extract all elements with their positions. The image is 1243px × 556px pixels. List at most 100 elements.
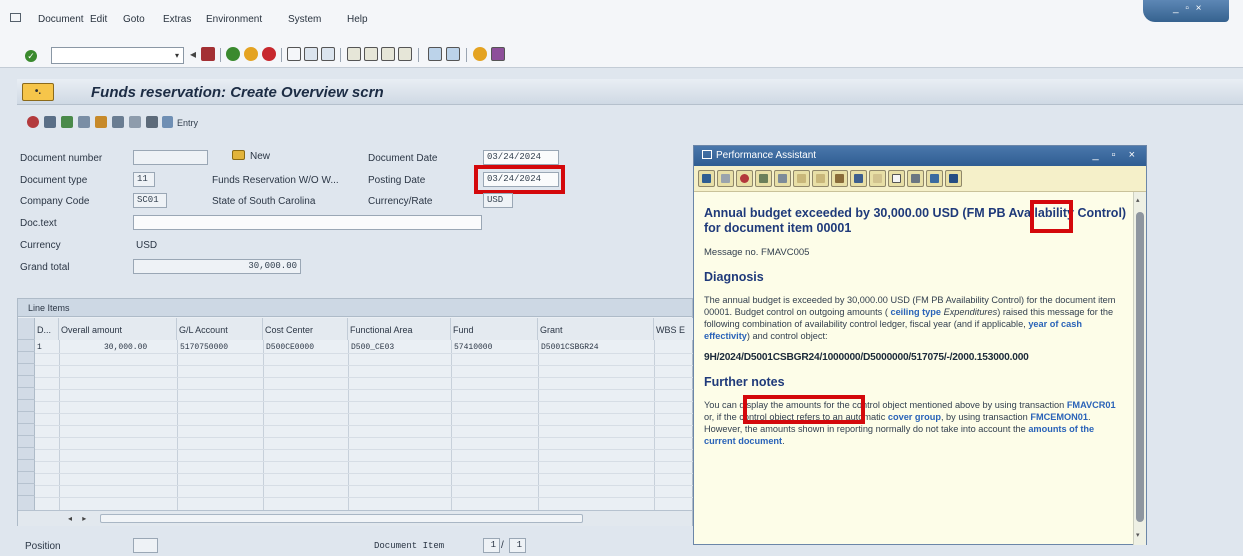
- cell-overall-amount[interactable]: 30,000.00: [104, 343, 147, 352]
- copy-icon[interactable]: [129, 116, 141, 128]
- row-divider: [35, 497, 694, 498]
- column-header-overall-amount[interactable]: Overall amount: [59, 318, 177, 340]
- scroll-arrows-icon[interactable]: ◂ ▸: [68, 514, 90, 523]
- save-icon[interactable]: [201, 47, 215, 61]
- table-icon[interactable]: [926, 170, 943, 187]
- notes-text-part: , by using transaction: [940, 412, 1028, 422]
- column-header-item[interactable]: D...: [35, 318, 59, 340]
- assistant-vertical-scrollbar[interactable]: ▴ ▾: [1133, 192, 1146, 545]
- forward-arrow-icon[interactable]: [717, 170, 734, 187]
- entry-icon[interactable]: [162, 116, 173, 128]
- delete-icon[interactable]: [146, 116, 158, 128]
- command-field[interactable]: ▾: [51, 47, 184, 64]
- column-header-functional-area[interactable]: Functional Area: [348, 318, 451, 340]
- find-next-icon[interactable]: [321, 47, 335, 61]
- fmavcr01-link[interactable]: FMAVCR01: [1067, 400, 1116, 410]
- performance-assistant-titlebar[interactable]: Performance Assistant _ ▫ ×: [694, 146, 1146, 166]
- document-date-field[interactable]: 03/24/2024: [483, 150, 559, 165]
- currency-rate-field[interactable]: USD: [483, 193, 513, 208]
- scroll-thumb[interactable]: [1136, 212, 1144, 522]
- chevron-down-icon[interactable]: ▾: [171, 48, 183, 63]
- enter-check-icon[interactable]: ✓: [25, 50, 37, 62]
- find-icon[interactable]: [304, 47, 318, 61]
- document-icon[interactable]: [831, 170, 848, 187]
- ceiling-type-link[interactable]: ceiling type: [890, 307, 941, 317]
- document-type-field[interactable]: 11: [133, 172, 155, 187]
- row-selector-column[interactable]: [18, 318, 35, 510]
- doc-text-label: Doc.text: [20, 218, 57, 229]
- window-menu-icon[interactable]: [10, 13, 21, 22]
- menu-edit[interactable]: Edit: [90, 14, 107, 25]
- first-page-icon[interactable]: [347, 47, 361, 61]
- scroll-down-icon[interactable]: ▾: [1136, 531, 1140, 539]
- cell-fund[interactable]: 57410000: [454, 343, 492, 352]
- entry-button[interactable]: Entry: [177, 118, 198, 128]
- column-header-cost-center[interactable]: Cost Center: [263, 318, 348, 340]
- position-button[interactable]: [133, 538, 158, 553]
- new-button[interactable]: New: [232, 150, 270, 162]
- settings-icon[interactable]: [755, 170, 772, 187]
- help-icon[interactable]: [473, 47, 487, 61]
- back-arrow-icon[interactable]: [698, 170, 715, 187]
- edit-icon[interactable]: [774, 170, 791, 187]
- grand-total-field: 30,000.00: [133, 259, 301, 274]
- fmcemon01-link[interactable]: FMCEMON01: [1030, 412, 1088, 422]
- window-controls[interactable]: _ ▫ ×: [1092, 149, 1140, 161]
- search-icon[interactable]: [907, 170, 924, 187]
- cell-functional-area[interactable]: D500_CE03: [351, 343, 394, 352]
- horizontal-scrollbar[interactable]: ◂ ▸: [18, 510, 692, 526]
- document-number-field[interactable]: [133, 150, 208, 165]
- page-icon[interactable]: [888, 170, 905, 187]
- edit-icon[interactable]: [112, 116, 124, 128]
- back-icon[interactable]: [226, 47, 240, 61]
- column-header-grant[interactable]: Grant: [538, 318, 654, 340]
- scroll-track[interactable]: [100, 514, 583, 523]
- cell-gl-account[interactable]: 5170750000: [180, 343, 228, 352]
- next-page-icon[interactable]: [381, 47, 395, 61]
- cancel-icon[interactable]: [262, 47, 276, 61]
- menu-document[interactable]: Document: [38, 14, 84, 25]
- window-controls[interactable]: _ ▫ ×: [1143, 0, 1229, 22]
- header-icon[interactable]: [44, 116, 56, 128]
- new-session-icon[interactable]: [428, 47, 442, 61]
- menu-goto[interactable]: Goto: [123, 14, 145, 25]
- scroll-up-icon[interactable]: ▴: [1136, 196, 1140, 204]
- menu-help[interactable]: Help: [347, 14, 368, 25]
- flag-icon[interactable]: [793, 170, 810, 187]
- back-history-icon[interactable]: ◂: [190, 47, 198, 61]
- close-box-icon[interactable]: [945, 170, 962, 187]
- account-assignment-icon[interactable]: [95, 116, 107, 128]
- menu-extras[interactable]: Extras: [163, 14, 191, 25]
- cell-cost-center[interactable]: D500CE0000: [266, 343, 314, 352]
- shortcut-icon[interactable]: [446, 47, 460, 61]
- column-header-wbs[interactable]: WBS E: [654, 318, 694, 340]
- exit-icon[interactable]: [244, 47, 258, 61]
- column-header-fund[interactable]: Fund: [451, 318, 538, 340]
- pencil-icon: [232, 150, 245, 160]
- column-header-gl-account[interactable]: G/L Account: [177, 318, 263, 340]
- doc-text-field[interactable]: [133, 215, 482, 230]
- menu-environment[interactable]: Environment: [206, 14, 262, 25]
- document-item-current: 1: [483, 538, 500, 553]
- item-icon[interactable]: [78, 116, 90, 128]
- menu-system[interactable]: System: [288, 14, 321, 25]
- cover-group-link[interactable]: cover group: [888, 412, 941, 422]
- check-document-icon[interactable]: [27, 116, 39, 128]
- row-divider: [35, 413, 694, 414]
- overview-icon[interactable]: [61, 116, 73, 128]
- cell-item[interactable]: 1: [37, 343, 42, 352]
- line-items-tab[interactable]: Line Items: [18, 299, 692, 317]
- structure-icon[interactable]: [812, 170, 829, 187]
- print-icon[interactable]: [850, 170, 867, 187]
- print-icon[interactable]: [287, 47, 301, 61]
- company-name: State of South Carolina: [212, 196, 316, 207]
- document-date-label: Document Date: [368, 153, 438, 164]
- cell-grant[interactable]: D5001CSBGR24: [541, 343, 599, 352]
- layout-menu-icon[interactable]: [491, 47, 505, 61]
- last-page-icon[interactable]: [398, 47, 412, 61]
- notes-text-part: .: [782, 436, 785, 446]
- bookmark-icon[interactable]: [869, 170, 886, 187]
- company-code-field[interactable]: SC01: [133, 193, 167, 208]
- technical-info-icon[interactable]: [736, 170, 753, 187]
- previous-page-icon[interactable]: [364, 47, 378, 61]
